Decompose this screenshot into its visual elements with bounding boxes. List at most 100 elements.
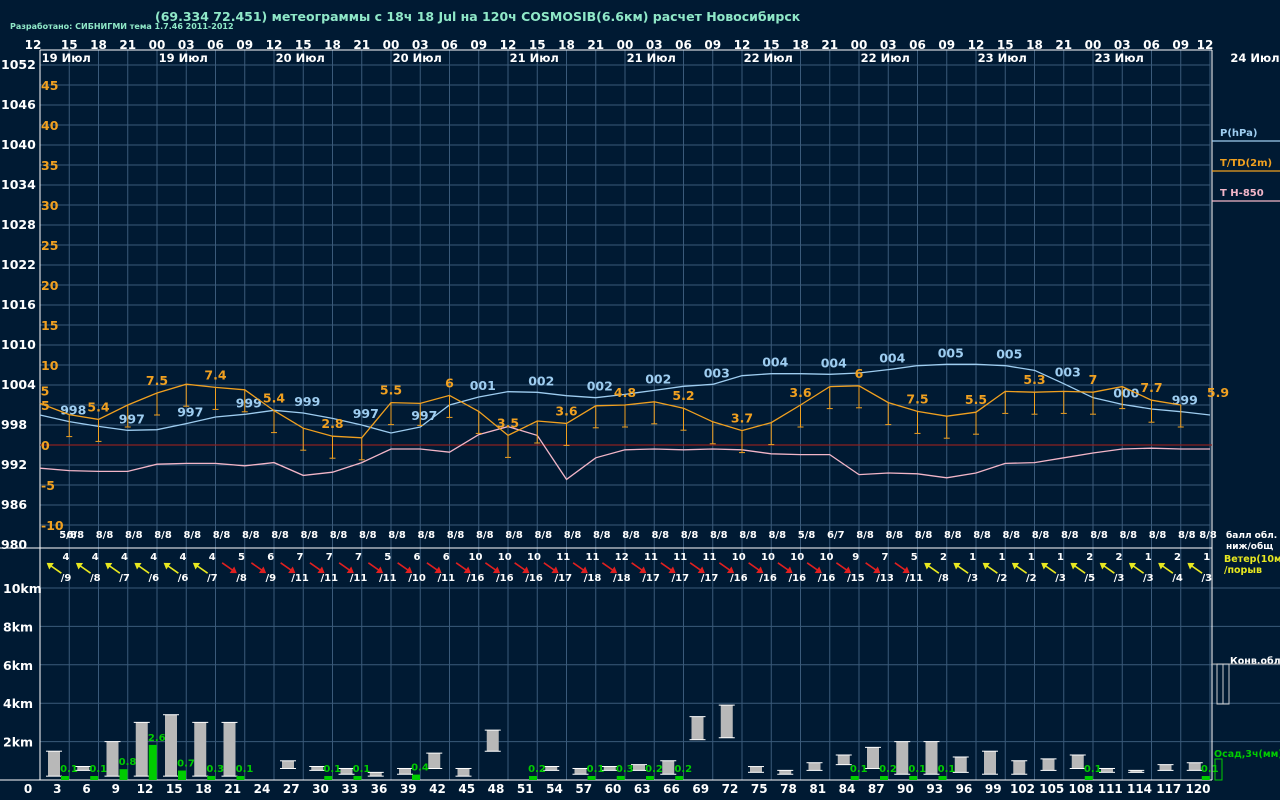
bottom-hour-tick: 15	[166, 782, 183, 796]
wind-arrow-head	[75, 562, 84, 570]
top-hour-tick: 12	[266, 38, 283, 52]
top-hour-tick: 09	[236, 38, 253, 52]
cloud-column	[545, 766, 558, 771]
precip-bar	[61, 776, 69, 780]
top-hour-tick: 09	[938, 38, 955, 52]
bottom-hour-tick: 18	[195, 782, 212, 796]
wind-arrow-head	[105, 562, 113, 570]
bottom-hour-tick: 66	[663, 782, 680, 796]
height-tick: 4km	[3, 696, 33, 711]
cloud-column	[223, 722, 236, 777]
wind-gust-label: /8	[938, 573, 949, 584]
wind-gust-label: /11	[379, 573, 397, 584]
top-hour-tick: 15	[529, 38, 546, 52]
wind-speed-label: 11	[703, 552, 717, 563]
precip-data-label: 0.1	[323, 764, 341, 775]
pressure-data-label: 997	[119, 411, 145, 426]
precip-bar	[148, 744, 157, 780]
bottom-hour-tick: 108	[1068, 782, 1093, 796]
temp-tick: 30	[41, 198, 59, 213]
top-hour-tick: 18	[324, 38, 341, 52]
height-tick: 10km	[3, 581, 42, 596]
precip-bar	[236, 776, 245, 780]
temp-tick: 0	[41, 438, 50, 453]
wind-speed-label: 11	[673, 552, 687, 563]
temperature-data-label: 7	[1089, 372, 1098, 387]
bottom-hour-tick: 117	[1156, 782, 1181, 796]
pressure-tick: 1004	[1, 377, 36, 392]
wind-gust-label: /16	[496, 573, 514, 584]
wind-gust-label: /7	[119, 573, 130, 584]
wind-gust-label: /16	[759, 573, 777, 584]
top-hour-tick: 18	[90, 38, 107, 52]
precip-data-label: 0.1	[1084, 764, 1102, 775]
cloud-column	[194, 722, 207, 777]
legend-entry: P(hPa)	[1220, 128, 1257, 139]
cloud-cover-label: 8/8	[271, 530, 289, 541]
wind-speed-label: 11	[556, 552, 570, 563]
wind-gust-label: /3	[1114, 573, 1125, 584]
wind-speed-label: 10	[527, 552, 541, 563]
top-hour-tick: 03	[1114, 38, 1131, 52]
temperature-data-label: 7.5	[906, 391, 928, 406]
top-hour-tick: 15	[763, 38, 780, 52]
cloud-cover-label: 8/8	[915, 530, 933, 541]
pressure-tick: 1028	[1, 217, 36, 232]
top-hour-tick: 03	[880, 38, 897, 52]
bottom-hour-tick: 0	[24, 782, 32, 796]
cloud-cover-label: 8/8	[476, 530, 494, 541]
wind-speed-label: 4	[121, 552, 128, 563]
pressure-data-label: 001	[470, 378, 496, 393]
wind-speed-label: 10	[732, 552, 746, 563]
top-hour-tick: 00	[851, 38, 868, 52]
top-hour-tick: 06	[675, 38, 692, 52]
top-hour-tick: 00	[617, 38, 634, 52]
wind-gust-label: /2	[1026, 573, 1037, 584]
wind-gust-label: /8	[90, 573, 101, 584]
cloud-cover-label: 8/8	[593, 530, 611, 541]
cloud-cover-label: 8/8	[1119, 530, 1137, 541]
cloud-column	[603, 766, 616, 771]
top-hour-tick: 06	[909, 38, 926, 52]
wind-arrow-head	[1011, 562, 1020, 570]
wind-gust-label: /17	[671, 573, 689, 584]
top-hour-tick: 21	[587, 38, 604, 52]
height-tick: 8km	[3, 619, 33, 634]
cloud-cover-label: 8/8	[651, 530, 669, 541]
bottom-hour-tick: 12	[137, 782, 154, 796]
top-hour-tick: 03	[412, 38, 429, 52]
cloud-column	[837, 755, 850, 765]
cloud-cover-label: 8/8	[388, 530, 406, 541]
legend-entry: T H-850	[1220, 188, 1264, 199]
cloud-cover-label: 8/8	[125, 530, 143, 541]
wind-gust-label: /6	[148, 573, 159, 584]
cloud-column	[574, 768, 587, 775]
top-hour-tick: 15	[997, 38, 1014, 52]
wind-speed-label: 1	[1145, 552, 1152, 563]
bottom-hour-tick: 57	[575, 782, 592, 796]
bottom-hour-tick: 24	[254, 782, 271, 796]
top-hour-tick: 09	[1172, 38, 1189, 52]
temperature-data-label: 3.6	[555, 403, 577, 418]
pressure-data-label: 002	[645, 371, 671, 386]
bottom-hour-tick: 87	[868, 782, 885, 796]
precip-bar	[587, 776, 596, 780]
precip-bar	[353, 776, 362, 780]
wind-gust-label: /2	[997, 573, 1008, 584]
cloud-cover-axis-label: ниж/общ	[1226, 541, 1273, 552]
top-hour-tick: 06	[441, 38, 458, 52]
precip-data-label: 0.1	[587, 764, 605, 775]
bottom-hour-tick: 114	[1127, 782, 1152, 796]
wind-arrow-head	[1158, 562, 1166, 570]
wind-arrow-head	[134, 562, 142, 570]
wind-axis-label: Ветер(10м	[1224, 554, 1280, 565]
temperature-data-label: 5.2	[672, 388, 694, 403]
precip-bar	[324, 776, 333, 780]
cloud-cover-axis-label: балл обл.	[1226, 530, 1277, 541]
top-hour-tick: 15	[295, 38, 312, 52]
bottom-hour-tick: 84	[839, 782, 856, 796]
pressure-data-label: 997	[411, 408, 437, 423]
top-hour-tick: 00	[149, 38, 166, 52]
pressure-data-label: 997	[177, 405, 203, 420]
wind-gust-label: /5	[1084, 573, 1095, 584]
